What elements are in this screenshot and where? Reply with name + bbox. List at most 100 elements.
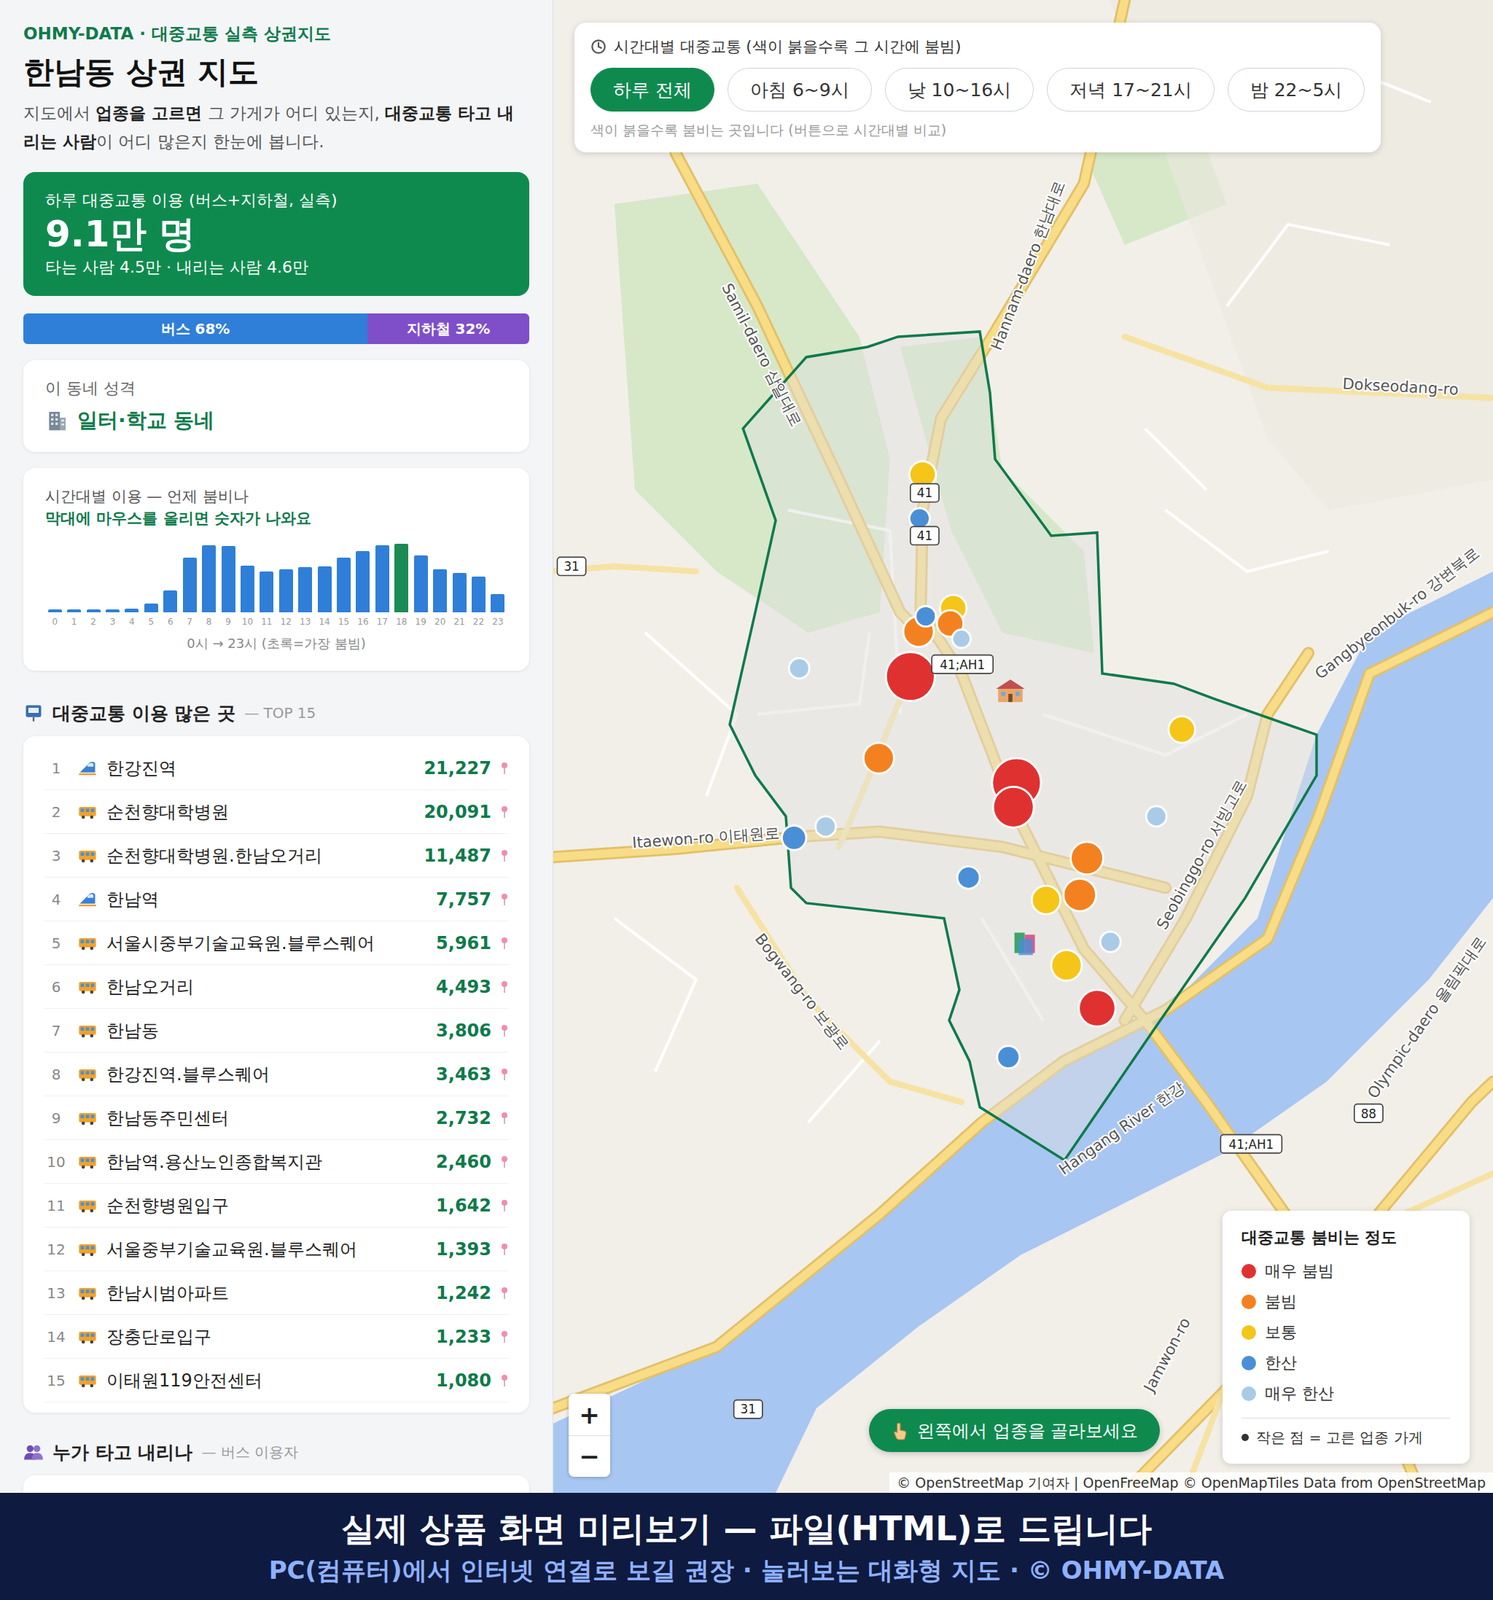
hour-bar[interactable] <box>240 565 255 613</box>
hour-bar[interactable] <box>414 555 428 613</box>
time-button[interactable]: 아침 6~9시 <box>727 67 872 112</box>
stop-row[interactable]: 6 한남오거리 4,493 <box>43 965 509 1009</box>
hour-bar[interactable] <box>124 608 139 613</box>
hour-bar[interactable] <box>394 543 409 613</box>
hour-bar[interactable] <box>259 571 274 613</box>
bar-slot <box>449 539 469 613</box>
stop-rank: 9 <box>43 1109 69 1128</box>
time-filter-title: 시간대별 대중교통 (색이 붉을수록 그 시간에 붐빔) <box>590 35 1365 58</box>
pin-icon[interactable] <box>500 804 509 820</box>
time-button[interactable]: 하루 전체 <box>590 67 715 112</box>
crowd-marker[interactable] <box>1078 989 1116 1027</box>
pin-icon[interactable] <box>500 892 509 907</box>
hour-bar[interactable] <box>67 609 81 613</box>
hour-bar[interactable] <box>298 567 313 613</box>
pin-icon[interactable] <box>500 1154 509 1170</box>
stop-row[interactable]: 3 순천향대학병원.한남오거리 11,487 <box>43 833 509 878</box>
hour-bar[interactable] <box>182 557 197 613</box>
crowd-marker[interactable] <box>1063 878 1097 912</box>
mode-segment: 지하철 32% <box>367 313 530 345</box>
time-button[interactable]: 저녁 17~21시 <box>1046 67 1215 112</box>
hour-bar[interactable] <box>279 569 294 613</box>
stop-rank: 7 <box>43 1022 69 1040</box>
hour-bar[interactable] <box>490 594 505 613</box>
pin-icon[interactable] <box>500 1242 509 1257</box>
hour-bar[interactable] <box>336 557 351 613</box>
pin-icon[interactable] <box>500 1329 509 1345</box>
hour-bar[interactable] <box>163 590 178 613</box>
stop-row[interactable]: 5 서울시중부기술교육원.블루스퀘어 5,961 <box>43 921 509 966</box>
character-text: 일터·학교 동네 <box>77 406 215 435</box>
crowd-marker[interactable] <box>915 606 937 627</box>
time-button[interactable]: 밤 22~5시 <box>1227 67 1366 112</box>
hour-bar[interactable] <box>86 609 101 613</box>
hour-tick: 2 <box>83 615 103 629</box>
pin-icon[interactable] <box>500 979 509 995</box>
crowd-marker[interactable] <box>1031 885 1060 915</box>
crowd-marker[interactable] <box>788 658 810 679</box>
stop-row[interactable]: 9 한남동주민센터 2,732 <box>43 1096 509 1141</box>
hour-bar[interactable] <box>48 609 62 613</box>
bar-slot <box>488 539 508 613</box>
hour-tick: 7 <box>180 615 200 629</box>
time-button[interactable]: 낮 10~16시 <box>885 67 1035 112</box>
bar-slot <box>64 539 84 613</box>
shop-dot <box>1241 1433 1249 1442</box>
hour-bar[interactable] <box>201 545 216 613</box>
pin-icon[interactable] <box>500 1023 509 1039</box>
map[interactable]: Samil-daero 삼일대로Itaewon-ro 이태원로Bogwang-r… <box>553 0 1493 1493</box>
intro-bold: 업종을 고르면 <box>95 103 202 123</box>
stop-row[interactable]: 13 한남시범아파트 1,242 <box>43 1271 509 1316</box>
hour-bar[interactable] <box>375 545 390 613</box>
stop-row[interactable]: 12 서울중부기술교육원.블루스퀘어 1,393 <box>43 1227 509 1272</box>
crowd-marker[interactable] <box>1145 806 1167 827</box>
pin-icon[interactable] <box>500 1198 509 1214</box>
crowd-marker[interactable] <box>952 629 971 649</box>
hour-bar[interactable] <box>355 551 370 613</box>
hour-bar[interactable] <box>471 576 486 613</box>
crowd-marker[interactable] <box>992 786 1034 828</box>
crowd-marker[interactable] <box>1168 716 1195 743</box>
bar-slot <box>122 539 142 613</box>
pin-icon[interactable] <box>500 936 509 951</box>
pin-icon[interactable] <box>500 761 509 776</box>
crowd-marker[interactable] <box>997 1046 1020 1069</box>
hour-bar[interactable] <box>317 566 332 613</box>
pin-icon[interactable] <box>500 1111 509 1126</box>
stop-row[interactable]: 4 한남역 7,757 <box>43 877 509 922</box>
crowd-marker[interactable] <box>1070 841 1104 875</box>
hour-bar[interactable] <box>105 609 120 613</box>
stop-row[interactable]: 1 한강진역 21,227 <box>43 746 509 791</box>
hour-bar[interactable] <box>221 546 236 613</box>
stop-row[interactable]: 14 장충단로입구 1,233 <box>43 1315 509 1359</box>
stop-row[interactable]: 2 순천향대학병원 20,091 <box>43 790 509 834</box>
zoom-button[interactable]: + <box>568 1393 611 1436</box>
hour-bar[interactable] <box>452 572 467 613</box>
pin-icon[interactable] <box>500 1285 509 1301</box>
stop-row[interactable]: 8 한강진역.블루스퀘어 3,463 <box>43 1052 509 1097</box>
pin-icon[interactable] <box>500 1067 509 1082</box>
hour-bar[interactable] <box>433 569 447 613</box>
zoom-button[interactable]: − <box>568 1435 611 1477</box>
crowd-marker[interactable] <box>957 866 980 889</box>
hour-bar[interactable] <box>144 603 159 613</box>
crowd-marker[interactable] <box>781 825 807 851</box>
crowd-marker[interactable] <box>1051 949 1082 981</box>
stop-count: 20,091 <box>423 801 492 823</box>
bus-icon <box>77 801 98 823</box>
category-hint[interactable]: 왼쪽에서 업종을 골라보세요 <box>868 1409 1160 1453</box>
crowd-marker[interactable] <box>909 508 930 529</box>
crowd-marker[interactable] <box>885 652 935 702</box>
stop-row[interactable]: 15 이태원119안전센터 1,080 <box>43 1358 509 1403</box>
pin-icon[interactable] <box>500 848 509 864</box>
crowd-marker[interactable] <box>863 742 894 774</box>
crowd-marker[interactable] <box>1100 931 1121 953</box>
stop-row[interactable]: 7 한남동 3,806 <box>43 1008 509 1053</box>
people-icon <box>23 1441 44 1463</box>
hourly-bars <box>45 539 508 613</box>
stop-row[interactable]: 11 순천향병원입구 1,642 <box>43 1183 509 1228</box>
crowd-marker[interactable] <box>815 816 837 837</box>
stop-row[interactable]: 10 한남역.용산노인종합복지관 2,460 <box>43 1140 509 1184</box>
pin-icon[interactable] <box>500 1373 509 1389</box>
bar-slot <box>468 539 488 613</box>
